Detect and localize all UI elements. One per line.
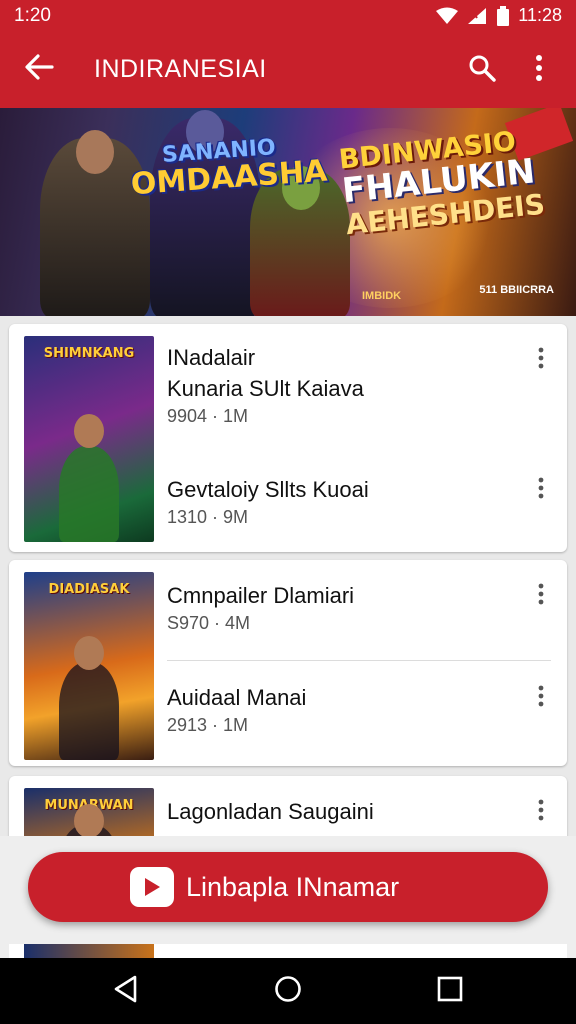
play-icon	[130, 867, 174, 907]
item-title: Lagonladan Saugaini	[167, 799, 374, 824]
more-vertical-icon	[538, 477, 544, 504]
playlist-card: SHIMNKANG INadalair Kunaria SUlt Kaiava …	[9, 324, 567, 552]
more-vertical-icon	[538, 799, 544, 826]
play-all-label: Linbapla INnamar	[186, 871, 400, 902]
more-vertical-icon	[538, 347, 544, 374]
banner-logo-right: BDINWASIO FHALUKIN AEHESHDEIS	[337, 126, 546, 241]
item-title: Kunaria SUlt Kaiava	[167, 376, 364, 401]
banner-small-text: IMBIDK	[362, 290, 402, 302]
nav-back-button[interactable]	[106, 971, 146, 1011]
thumbnail-figure	[59, 446, 119, 542]
thumbnail-face	[74, 804, 104, 836]
hero-banner[interactable]: SANANIO OMDAASHA BDINWASIO FHALUKIN AEHE…	[0, 108, 576, 316]
list-item[interactable]: INadalair Kunaria SUlt Kaiava 9904 · 1M	[167, 342, 557, 427]
list-item[interactable]: Gevtaloiy Sllts Kuoai 1310 · 9M	[167, 474, 557, 528]
playlist-thumbnail[interactable]: SHIMNKANG	[24, 336, 154, 542]
overflow-menu-button[interactable]	[522, 50, 556, 90]
status-time: 1:20	[14, 5, 51, 26]
nav-recents-icon	[437, 976, 463, 1007]
item-title: Auidaal Manai	[167, 685, 307, 710]
video-list: SHIMNKANG INadalair Kunaria SUlt Kaiava …	[0, 316, 576, 836]
list-item[interactable]: Auidaal Manai 2913 · 1M	[167, 682, 557, 736]
item-more-button[interactable]	[527, 470, 555, 510]
thumbnail-face	[74, 636, 104, 670]
back-button[interactable]	[18, 50, 60, 88]
status-right-text: 11:28	[518, 5, 562, 25]
search-button[interactable]	[462, 50, 502, 90]
item-meta: 2913 · 1M	[167, 715, 249, 735]
playlist-thumbnail[interactable]: DIADIASAK	[24, 572, 154, 760]
search-icon	[468, 54, 496, 87]
nav-home-button[interactable]	[268, 971, 308, 1011]
playlist-thumbnail[interactable]: MUNARWAN	[24, 788, 154, 836]
arrow-left-icon	[24, 53, 54, 85]
playlist-card: MUNARWAN Lagonladan Saugaini	[9, 776, 567, 836]
signal-icon	[466, 7, 488, 25]
battery-icon	[496, 5, 510, 26]
item-meta: S970 · 4M	[167, 613, 251, 633]
item-meta: 9904 · 1M	[167, 406, 249, 426]
nav-recents-button[interactable]	[430, 971, 470, 1011]
item-more-button[interactable]	[527, 340, 555, 380]
item-meta: 1310 · 9M	[167, 507, 249, 527]
nav-back-icon	[113, 975, 139, 1008]
status-icons: 11:28	[436, 5, 562, 26]
wifi-icon	[436, 7, 459, 25]
more-vertical-icon	[535, 54, 543, 87]
item-divider	[167, 660, 551, 661]
item-title: Cmnpailer Dlamiari	[167, 583, 355, 608]
banner-logo-left: SANANIO OMDAASHA	[128, 134, 329, 202]
thumbnail-caption: DIADIASAK	[48, 582, 130, 597]
list-item[interactable]: Cmnpailer Dlamiari S970 · 4M	[167, 580, 557, 634]
item-more-button[interactable]	[527, 678, 555, 718]
item-more-button[interactable]	[527, 792, 555, 832]
more-vertical-icon	[538, 685, 544, 712]
thumbnail-caption: SHIMNKANG	[43, 346, 135, 361]
hero-head	[76, 130, 114, 174]
item-title: Gevtaloiy Sllts Kuoai	[167, 477, 369, 502]
nav-home-icon	[274, 975, 302, 1008]
header: 1:20 11:28 INDIRANESIAI	[0, 0, 576, 108]
item-title: INadalair	[167, 345, 256, 370]
app-title: INDIRANESIAI	[94, 55, 267, 83]
playlist-card: DIADIASAK Cmnpailer Dlamiari S970 · 4M A…	[9, 560, 567, 766]
thumbnail-figure	[59, 662, 119, 760]
navigation-bar	[0, 958, 576, 1024]
item-more-button[interactable]	[527, 576, 555, 616]
play-all-button[interactable]: Linbapla INnamar	[28, 852, 548, 922]
status-bar: 1:20 11:28	[0, 0, 576, 34]
banner-small-text: 511 BBIICRRA	[479, 284, 554, 296]
more-vertical-icon	[538, 583, 544, 610]
list-item[interactable]: Lagonladan Saugaini	[167, 796, 557, 829]
thumbnail-face	[74, 414, 104, 448]
app-bar: INDIRANESIAI	[0, 38, 576, 100]
